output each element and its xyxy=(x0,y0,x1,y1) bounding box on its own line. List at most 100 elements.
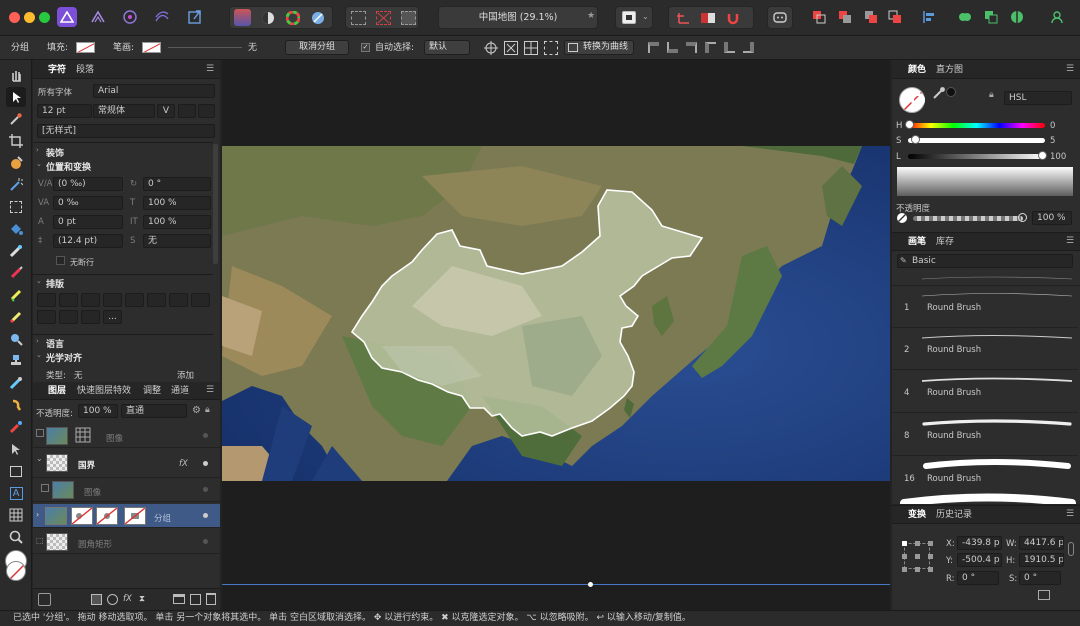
adjustment-icon[interactable] xyxy=(107,594,118,605)
bbox-icon[interactable] xyxy=(504,41,518,55)
w-field[interactable]: 4417.6 pt xyxy=(1019,536,1064,550)
lightness-value[interactable]: 100 xyxy=(1050,152,1066,162)
typo-ordinal-button[interactable] xyxy=(59,310,78,324)
font-option-b[interactable] xyxy=(198,104,215,118)
layer-row[interactable]: 图像 xyxy=(33,424,220,448)
order-backward-icon[interactable] xyxy=(836,8,854,26)
smudge-tool-icon[interactable] xyxy=(6,395,26,415)
dodge-tool-icon[interactable] xyxy=(6,329,26,349)
anchor-point[interactable] xyxy=(928,541,933,546)
typo-oldstyle-button[interactable] xyxy=(81,310,100,324)
stroke-width-slider[interactable] xyxy=(168,47,242,48)
tab-stock[interactable]: 库存 xyxy=(936,233,954,251)
hue-value[interactable]: 0 xyxy=(1050,121,1055,131)
color-wheel-icon[interactable] xyxy=(284,9,301,26)
expand-icon[interactable] xyxy=(41,484,49,492)
fill-swatch[interactable] xyxy=(76,42,95,53)
layer-row-selected[interactable]: › 分组 xyxy=(33,504,220,528)
color-picker-tool-icon[interactable] xyxy=(6,109,26,129)
mesh-warp-tool-icon[interactable] xyxy=(6,505,26,525)
saturation-slider[interactable] xyxy=(908,138,1045,143)
align-top-icon[interactable] xyxy=(705,42,716,53)
selection-brush-tool-icon[interactable] xyxy=(6,153,26,173)
typo-ligature-button[interactable] xyxy=(37,293,56,307)
panel-scrollbar[interactable] xyxy=(213,144,218,264)
flood-fill-tool-icon[interactable] xyxy=(6,219,26,239)
tab-transform[interactable]: 变换 xyxy=(908,506,926,524)
auto-select-dropdown[interactable]: 默认 xyxy=(424,40,470,55)
zoom-tool-icon[interactable] xyxy=(6,527,26,547)
horizontal-scale-field[interactable]: 100 % xyxy=(143,196,211,210)
lock-icon[interactable]: 🔒︎ xyxy=(205,405,210,415)
section-typography[interactable]: 排版 xyxy=(46,277,64,290)
gradient-tool-icon[interactable] xyxy=(6,241,26,261)
lock-icon[interactable]: 🔒︎ xyxy=(989,90,994,100)
visibility-dot[interactable] xyxy=(203,433,208,438)
tab-channels[interactable]: 通道 xyxy=(171,382,189,400)
live-filter-icon[interactable]: ⧗ xyxy=(139,594,145,604)
user-account-icon[interactable] xyxy=(1048,8,1066,26)
tab-color[interactable]: 颜色 xyxy=(908,61,926,79)
add-layer-icon[interactable] xyxy=(190,594,201,605)
retouch-tool-icon[interactable] xyxy=(6,373,26,393)
align-left-icon[interactable] xyxy=(648,42,659,53)
snapping-icon[interactable] xyxy=(675,10,691,26)
tab-history[interactable]: 历史记录 xyxy=(936,506,972,524)
boolean-subtract-icon[interactable] xyxy=(982,8,1000,26)
deselect-icon[interactable] xyxy=(376,11,391,25)
text-tool-icon[interactable]: A xyxy=(6,483,26,503)
link-aspect-icon[interactable] xyxy=(1068,542,1074,556)
opacity-slider-handle[interactable] xyxy=(1018,213,1027,222)
anchor-point[interactable] xyxy=(915,541,920,546)
skew-field[interactable]: 无 xyxy=(143,234,211,248)
rotation-field[interactable]: 0 ° xyxy=(143,177,211,191)
baseline-field[interactable]: 0 pt xyxy=(53,215,123,229)
crop-tool-icon[interactable] xyxy=(6,131,26,151)
typo-more-button[interactable]: ... xyxy=(103,310,122,324)
document-title[interactable]: 中国地图 (29.1%) xyxy=(438,6,598,29)
assistant-icon[interactable] xyxy=(767,6,793,29)
magic-wand-tool-icon[interactable] xyxy=(6,175,26,195)
grid-icon[interactable] xyxy=(524,41,538,55)
hue-slider[interactable] xyxy=(908,123,1045,128)
anchor-point[interactable] xyxy=(915,567,920,572)
vertical-scale-field[interactable]: 100 % xyxy=(143,215,211,229)
pixel-tool-icon[interactable] xyxy=(6,285,26,305)
saturation-value[interactable]: 5 xyxy=(1050,136,1055,146)
align-middle-icon[interactable] xyxy=(724,42,735,53)
hand-tool-icon[interactable] xyxy=(6,65,26,85)
paint-brush-tool-icon[interactable] xyxy=(6,263,26,283)
panel-menu-icon[interactable]: ☰ xyxy=(1066,509,1074,519)
zoom-window-button[interactable] xyxy=(39,12,50,23)
typo-superscript-button[interactable] xyxy=(125,293,144,307)
invert-selection-icon[interactable] xyxy=(401,11,416,25)
h-field[interactable]: 1910.5 pt xyxy=(1019,553,1064,567)
leading-field[interactable]: (12.4 pt) xyxy=(53,234,123,248)
brush-item[interactable]: 1 Round Brush xyxy=(892,286,1078,328)
panel-menu-icon[interactable]: ☰ xyxy=(1066,236,1074,246)
typo-smallcaps-button[interactable] xyxy=(81,293,100,307)
boolean-add-icon[interactable] xyxy=(956,8,974,26)
no-break-checkbox[interactable] xyxy=(56,256,65,265)
selection-handle[interactable] xyxy=(588,582,593,587)
align-icon[interactable] xyxy=(920,8,938,26)
persona-liquify-icon[interactable] xyxy=(121,8,139,26)
clone-tool-icon[interactable] xyxy=(6,351,26,371)
font-collection[interactable]: 所有字体 xyxy=(38,86,72,98)
opacity-slider[interactable] xyxy=(913,216,1023,221)
layer-row[interactable]: 图像 xyxy=(33,478,220,502)
persona-pixel-icon[interactable] xyxy=(89,8,107,26)
white-balance-icon[interactable] xyxy=(309,9,326,26)
layer-settings-icon[interactable] xyxy=(38,593,51,606)
brush-item[interactable]: 2 Round Brush xyxy=(892,328,1078,370)
font-style-field[interactable]: 常规体 xyxy=(93,104,155,118)
magnet-icon[interactable] xyxy=(725,10,741,26)
secondary-color-swatch[interactable] xyxy=(6,561,26,581)
color-model-dropdown[interactable]: HSL xyxy=(1004,91,1072,105)
visibility-dot[interactable] xyxy=(203,461,208,466)
node-tool-icon[interactable] xyxy=(6,439,26,459)
x-field[interactable]: -439.8 p xyxy=(957,536,1002,550)
anchor-point[interactable] xyxy=(928,554,933,559)
visibility-dot[interactable] xyxy=(203,513,208,518)
typo-allcaps-button[interactable] xyxy=(103,293,122,307)
